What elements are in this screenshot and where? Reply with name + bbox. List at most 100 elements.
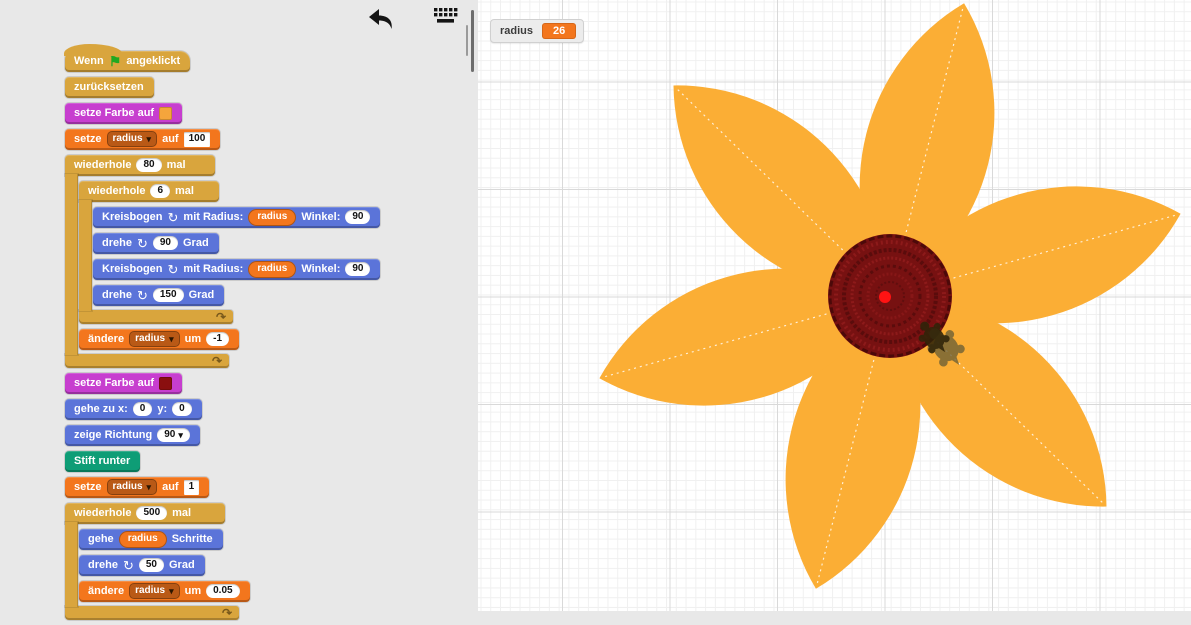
arc-mid-label: mit Radius: <box>183 211 243 223</box>
repeat-label: wiederhole <box>74 159 131 171</box>
stage: radius 26 <box>478 0 1191 611</box>
repeat-80-foot: ↷ <box>65 354 229 368</box>
set-radius-100-block[interactable]: setze radius ▾ auf 100 <box>65 129 220 150</box>
repeat-500-foot: ↷ <box>65 606 239 620</box>
color-swatch-darkred[interactable] <box>159 377 172 390</box>
dropdown-arrow-icon: ▾ <box>147 483 152 492</box>
direction-dropdown[interactable]: 90 ▾ <box>157 428 190 442</box>
loop-arrow-icon: ↷ <box>212 355 222 367</box>
to-label: auf <box>162 481 179 493</box>
set-color-label: setze Farbe auf <box>74 107 154 119</box>
turn-clockwise-icon: ↻ <box>168 263 179 276</box>
repeat-80-head[interactable]: wiederhole 80 mal <box>65 155 215 176</box>
turn-clockwise-icon: ↻ <box>137 289 148 302</box>
undo-icon[interactable] <box>366 6 398 32</box>
dropdown-arrow-icon: ▾ <box>178 431 183 440</box>
radius-reporter[interactable]: radius <box>248 209 296 226</box>
block-script: Wenn ⚑ angeklickt zurücksetzen setze Far… <box>65 44 380 625</box>
repeat-500-cblock: wiederhole 500 mal gehe radius Schritte … <box>65 503 250 620</box>
radius-var-label: radius <box>113 481 143 493</box>
change-label: ändere <box>88 333 124 345</box>
turn-label: drehe <box>88 559 118 571</box>
keyboard-icon[interactable] <box>433 7 462 28</box>
set-color-block-2[interactable]: setze Farbe auf <box>65 373 182 394</box>
turn-clockwise-icon: ↻ <box>137 237 148 250</box>
degrees-input[interactable]: 50 <box>139 558 164 572</box>
when-flag-clicked-block[interactable]: Wenn ⚑ angeklickt <box>65 51 190 72</box>
loop-arrow-icon: ↷ <box>222 607 232 619</box>
turn-150-block[interactable]: drehe ↻ 150 Grad <box>93 285 224 306</box>
angle-input[interactable]: 90 <box>345 262 370 276</box>
variable-watcher[interactable]: radius 26 <box>490 19 584 43</box>
angle-input[interactable]: 90 <box>345 210 370 224</box>
watcher-name: radius <box>500 25 533 37</box>
radius-var-dropdown[interactable]: radius ▾ <box>129 583 180 599</box>
radius-var-dropdown[interactable]: radius ▾ <box>107 479 158 495</box>
loop-arrow-icon: ↷ <box>216 311 226 323</box>
angle-label: Winkel: <box>301 263 340 275</box>
value-input[interactable]: 100 <box>184 132 211 147</box>
repeat-count-input[interactable]: 500 <box>136 506 167 520</box>
set-color-block-1[interactable]: setze Farbe auf <box>65 103 182 124</box>
scrollbar-thumb[interactable] <box>471 10 474 72</box>
dropdown-arrow-icon: ▾ <box>169 335 174 344</box>
set-radius-1-block[interactable]: setze radius ▾ auf 1 <box>65 477 209 498</box>
radius-reporter[interactable]: radius <box>119 531 167 548</box>
reset-label: zurücksetzen <box>74 81 144 93</box>
turn-clockwise-icon: ↻ <box>168 211 179 224</box>
repeat-count-input[interactable]: 6 <box>150 184 170 198</box>
change-radius-neg1-block[interactable]: ändere radius ▾ um -1 <box>79 329 239 350</box>
reset-block[interactable]: zurücksetzen <box>65 77 154 98</box>
repeat-6-head[interactable]: wiederhole 6 mal <box>79 181 219 202</box>
radius-reporter[interactable]: radius <box>248 261 296 278</box>
turn-50-block[interactable]: drehe ↻ 50 Grad <box>79 555 205 576</box>
set-label: setze <box>74 481 102 493</box>
repeat-80-cblock: wiederhole 80 mal wiederhole 6 mal Kreis… <box>65 155 380 368</box>
radius-var-dropdown[interactable]: radius ▾ <box>107 131 158 147</box>
color-swatch-orange[interactable] <box>159 107 172 120</box>
repeat-6-cblock: wiederhole 6 mal Kreisbogen ↻ mit Radius… <box>79 181 380 324</box>
times-label: mal <box>175 185 194 197</box>
dropdown-arrow-icon: ▾ <box>169 587 174 596</box>
degrees-label: Grad <box>183 237 209 249</box>
goto-label: gehe zu x: <box>74 403 128 415</box>
move-label: gehe <box>88 533 114 545</box>
change-radius-005-block[interactable]: ändere radius ▾ um 0.05 <box>79 581 250 602</box>
by-label: um <box>185 585 202 597</box>
turn-clockwise-icon: ↻ <box>123 559 134 572</box>
repeat-6-foot: ↷ <box>79 310 233 324</box>
times-label: mal <box>167 159 186 171</box>
arc-mid-label: mit Radius: <box>183 263 243 275</box>
y-input[interactable]: 0 <box>172 402 192 416</box>
move-steps-block[interactable]: gehe radius Schritte <box>79 529 223 550</box>
arc-block-2[interactable]: Kreisbogen ↻ mit Radius: radius Winkel: … <box>93 259 380 280</box>
scrollbar-thumb-secondary[interactable] <box>466 25 468 56</box>
value-input[interactable]: 1 <box>184 480 200 495</box>
goto-xy-block[interactable]: gehe zu x: 0 y: 0 <box>65 399 202 420</box>
degrees-input[interactable]: 90 <box>153 236 178 250</box>
degrees-label: Grad <box>189 289 215 301</box>
turn-90-block[interactable]: drehe ↻ 90 Grad <box>93 233 219 254</box>
direction-label: zeige Richtung <box>74 429 152 441</box>
green-flag-icon: ⚑ <box>109 54 122 68</box>
radius-var-dropdown[interactable]: radius ▾ <box>129 331 180 347</box>
when-flag-pre-label: Wenn <box>74 55 104 67</box>
set-direction-block[interactable]: zeige Richtung 90 ▾ <box>65 425 200 446</box>
to-label: auf <box>162 133 179 145</box>
pen-down-block[interactable]: Stift runter <box>65 451 140 472</box>
degrees-input[interactable]: 150 <box>153 288 184 302</box>
arc-label: Kreisbogen <box>102 263 163 275</box>
repeat-count-input[interactable]: 80 <box>136 158 161 172</box>
value-input[interactable]: 0.05 <box>206 584 239 598</box>
repeat-500-head[interactable]: wiederhole 500 mal <box>65 503 225 524</box>
flower-drawing <box>478 0 1191 611</box>
times-label: mal <box>172 507 191 519</box>
arc-block-1[interactable]: Kreisbogen ↻ mit Radius: radius Winkel: … <box>93 207 380 228</box>
repeat-label: wiederhole <box>88 185 145 197</box>
center-dot <box>879 291 891 303</box>
set-color-label: setze Farbe auf <box>74 377 154 389</box>
x-input[interactable]: 0 <box>133 402 153 416</box>
scripting-pane: Wenn ⚑ angeklickt zurücksetzen setze Far… <box>0 0 478 611</box>
when-flag-post-label: angeklickt <box>126 55 180 67</box>
value-input[interactable]: -1 <box>206 332 229 346</box>
